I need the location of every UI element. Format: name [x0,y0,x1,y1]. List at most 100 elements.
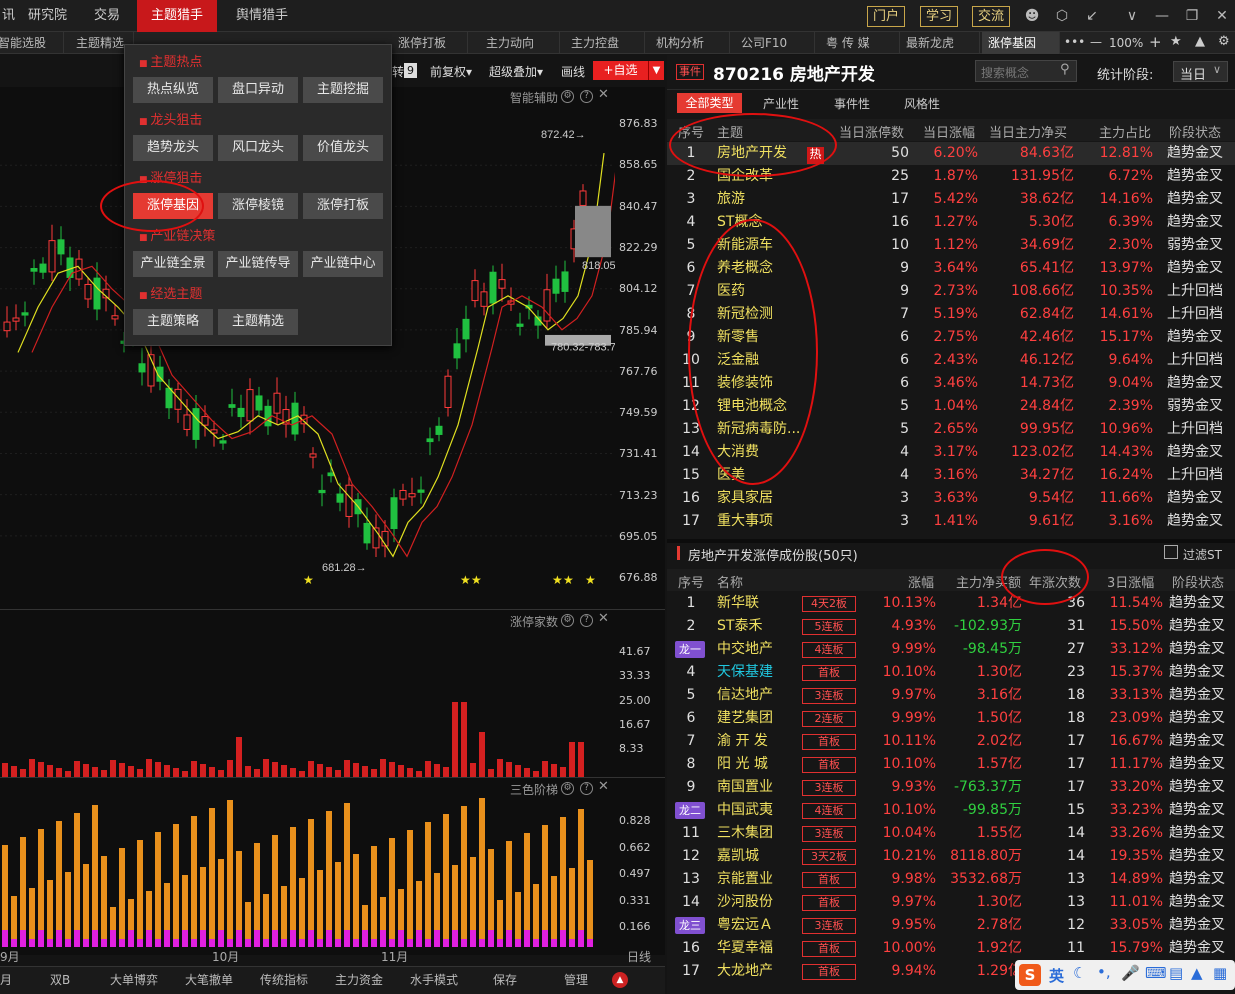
punctuation-icon[interactable]: •, [1097,963,1111,981]
tab-control[interactable]: 主力控盘 [565,32,645,54]
manage-button[interactable]: 管理 [564,971,588,988]
col-name[interactable]: 名称 [717,572,743,591]
stock-row[interactable]: 16 华夏幸福 首板 10.00% 1.92亿 11 15.79% 趋势金叉 [667,937,1235,960]
trend-leader-button[interactable]: 趋势龙头 [133,135,213,161]
menu-item-sentiment-hunter[interactable]: 舆情猎手 [228,0,296,32]
hot-overview-button[interactable]: 热点纵览 [133,77,213,103]
stock-row[interactable]: 13 京能置业 首板 9.98% 3532.68万 13 14.89% 趋势金叉 [667,868,1235,891]
theme-row[interactable]: 3 旅游 17 5.42% 38.62亿 14.16% 趋势金叉 [667,188,1235,211]
col-status[interactable]: 阶段状态 [1169,122,1221,141]
col-net-buy[interactable]: 当日主力净买 [989,122,1067,141]
menu-item-trade[interactable]: 交易 [86,0,128,32]
stock-row[interactable]: 6 建艺集团 2连板 9.99% 1.50亿 18 23.09% 趋势金叉 [667,707,1235,730]
exchange-button[interactable]: 交流 [972,6,1011,27]
sogou-logo-icon[interactable]: S [1019,964,1041,986]
close-icon[interactable]: ✕ [1214,8,1230,24]
col-3day[interactable]: 3日涨幅 [1107,572,1154,591]
wind-leader-button[interactable]: 风口龙头 [218,135,298,161]
pin-icon[interactable]: ▲ [1195,34,1205,49]
ime-language[interactable]: 英 [1049,965,1064,986]
filter-all[interactable]: 全部类型 [677,93,742,113]
search-box[interactable]: 搜索概念 ⚲ [975,60,1077,82]
settings-icon[interactable]: ⚙ [1218,34,1230,49]
chain-center-button[interactable]: 产业链中心 [303,251,383,277]
search-icon[interactable]: ⚲ [1060,62,1070,77]
col-index[interactable]: 序号 [678,572,704,591]
minimize-icon[interactable]: — [1154,8,1170,24]
close-icon[interactable]: ✕ [598,611,609,626]
col-ratio[interactable]: 主力占比 [1099,122,1151,141]
toolbox-icon[interactable]: ▤ [1169,964,1183,982]
add-watchlist-button[interactable]: +自选 [593,61,648,80]
hexagon-icon[interactable]: ⬡ [1054,8,1070,24]
tab-dragon-tiger[interactable]: 最新龙虎 [900,32,980,54]
tab-smart-select[interactable]: 智能选股 [0,32,64,54]
portal-button[interactable]: 门户 [867,6,906,27]
theme-mining-button[interactable]: 主题挖掘 [303,77,383,103]
indicator-bigorder[interactable]: 大单博弈 [110,971,158,988]
filter-st-checkbox[interactable] [1164,545,1178,559]
tab-limit-gene[interactable]: 涨停基因 [982,32,1060,54]
indicator-traditional[interactable]: 传统指标 [260,971,308,988]
chevron-down-icon[interactable]: ▼ [648,61,664,80]
tab-f10[interactable]: 公司F10 [735,32,815,54]
restore-icon[interactable]: ❐ [1184,8,1200,24]
filter-style[interactable]: 风格性 [904,95,940,112]
col-change[interactable]: 涨幅 [908,572,934,591]
tab-limit-board[interactable]: 涨停打板 [392,32,468,54]
stock-row[interactable]: 7 渝 开 发 首板 10.11% 2.02亿 17 16.67% 趋势金叉 [667,730,1235,753]
tab-stock[interactable]: 粤 传 媒 [820,32,900,54]
moon-icon[interactable]: ☾ [1073,964,1086,982]
help-icon[interactable]: ? [580,614,593,627]
collapse-icon[interactable]: ▲ [612,972,628,988]
menu-item-theme-hunter[interactable]: 主题猎手 [137,0,218,32]
chain-overview-button[interactable]: 产业链全景 [133,251,213,277]
col-limit-count[interactable]: 当日涨停数 [839,122,904,141]
stock-row[interactable]: 5 信达地产 3连板 9.97% 3.16亿 18 33.13% 趋势金叉 [667,684,1235,707]
keyboard-icon[interactable]: ⌨ [1145,964,1167,982]
indicator-month[interactable]: 月 [0,971,12,988]
limit-prism-button[interactable]: 涨停棱镜 [218,193,298,219]
more-icon[interactable]: ••• [1064,35,1085,49]
indicator-sailor[interactable]: 水手模式 [410,971,458,988]
filter-industry[interactable]: 产业性 [763,95,799,112]
stat-select[interactable]: 当日 ∨ [1173,61,1228,83]
star-icon[interactable]: ★ [1170,34,1182,49]
user-icon[interactable]: ☻ [1024,8,1040,24]
zoom-in-icon[interactable]: + [1149,33,1162,51]
chevron-down-icon[interactable]: ∨ [1124,8,1140,24]
stock-row[interactable]: 龙一 中交地产 4连板 9.99% -98.45万 27 33.12% 趋势金叉 [667,638,1235,661]
col-change[interactable]: 当日涨幅 [923,122,975,141]
period-label[interactable]: 日线 [627,948,651,965]
stock-row[interactable]: 12 嘉凯城 3天2板 10.21% 8118.80万 14 19.35% 趋势金叉 [667,845,1235,868]
order-anomaly-button[interactable]: 盘口异动 [218,77,298,103]
stock-row[interactable]: 2 ST泰禾 5连板 4.93% -102.93万 31 15.50% 趋势金叉 [667,615,1235,638]
search-input[interactable]: 搜索概念 [981,64,1029,81]
mic-icon[interactable]: 🎤 [1121,964,1140,982]
save-button[interactable]: 保存 [493,971,517,988]
menu-item-research[interactable]: 研究院 [20,0,75,32]
stock-row[interactable]: 4 天保基建 首板 10.10% 1.30亿 23 15.37% 趋势金叉 [667,661,1235,684]
theme-select-button[interactable]: 主题精选 [218,309,298,335]
stock-row[interactable]: 14 沙河股份 首板 9.97% 1.30亿 13 11.01% 趋势金叉 [667,891,1235,914]
stock-row[interactable]: 1 新华联 4天2板 10.13% 1.34亿 36 11.54% 趋势金叉 [667,592,1235,615]
shirt-icon[interactable]: ▲ [1191,964,1203,982]
chain-transmit-button[interactable]: 产业链传导 [218,251,298,277]
tab-institution[interactable]: 机构分析 [650,32,730,54]
stock-row[interactable]: 龙二 中国武夷 4连板 10.10% -99.85万 15 33.23% 趋势金叉 [667,799,1235,822]
stock-row[interactable]: 8 阳 光 城 首板 10.10% 1.57亿 17 11.17% 趋势金叉 [667,753,1235,776]
grid-icon[interactable]: ▦ [1213,964,1227,982]
indicator-cancel[interactable]: 大笔撤单 [185,971,233,988]
draw-line-button[interactable]: 画线 [561,63,585,80]
overlay-dropdown[interactable]: 超级叠加▾ [489,63,543,80]
indicator-capital[interactable]: 主力资金 [335,971,383,988]
value-leader-button[interactable]: 价值龙头 [303,135,383,161]
limit-board-button[interactable]: 涨停打板 [303,193,383,219]
theme-row[interactable]: 17 重大事项 3 1.41% 9.61亿 3.16% 趋势金叉 [667,510,1235,533]
shrink-icon[interactable]: ↙ [1084,8,1100,24]
adjust-dropdown[interactable]: 前复权▾ [430,63,472,80]
stock-row[interactable]: 11 三木集团 3连板 10.04% 1.55亿 14 33.26% 趋势金叉 [667,822,1235,845]
tab-main-force[interactable]: 主力动向 [480,32,560,54]
filter-event[interactable]: 事件性 [834,95,870,112]
col-status[interactable]: 阶段状态 [1172,572,1224,591]
